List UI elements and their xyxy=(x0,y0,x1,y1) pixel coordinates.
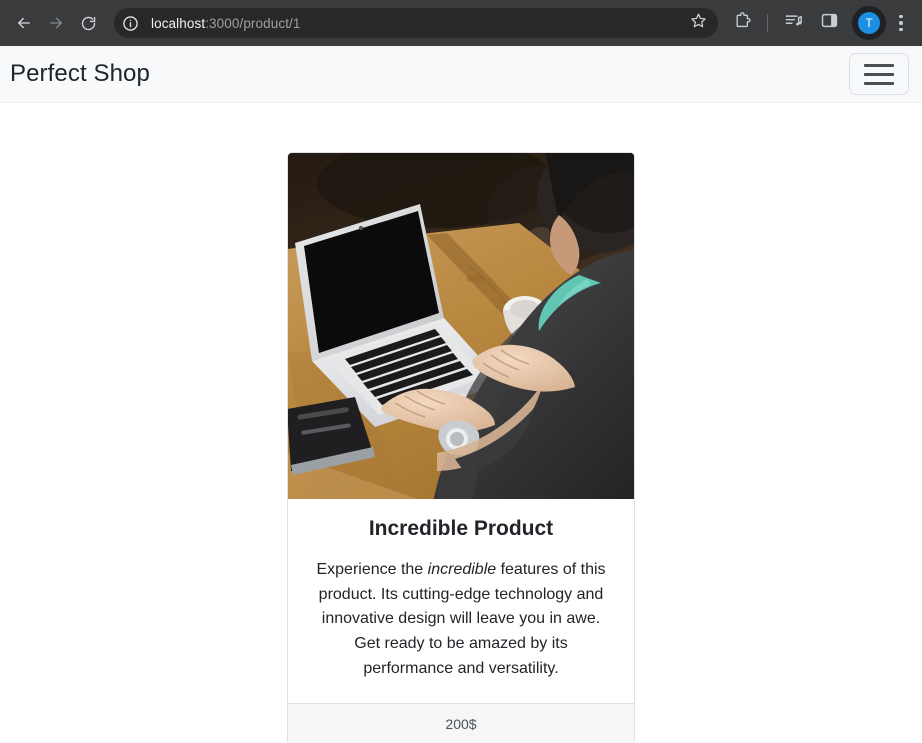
back-arrow-icon xyxy=(15,14,33,32)
star-icon xyxy=(690,12,707,34)
forward-arrow-icon xyxy=(47,14,65,32)
three-dot-menu-icon-dot2 xyxy=(899,21,903,25)
three-dot-menu-icon xyxy=(899,14,903,19)
navbar-toggler-button[interactable] xyxy=(849,53,909,95)
media-control-button[interactable] xyxy=(778,8,808,38)
hamburger-menu-icon-bar1 xyxy=(864,63,894,67)
back-button[interactable] xyxy=(8,7,40,39)
site-info-circle-icon[interactable] xyxy=(118,11,142,35)
product-photo-illustration xyxy=(288,153,634,499)
main-content: Incredible Product Experience the incred… xyxy=(0,103,922,743)
site-navbar: Perfect Shop xyxy=(0,46,922,103)
navbar-brand[interactable]: Perfect Shop xyxy=(10,60,150,88)
product-image xyxy=(288,153,634,499)
hamburger-menu-icon-bar2 xyxy=(864,72,894,76)
address-bar[interactable]: localhost:3000/product/1 xyxy=(114,8,718,38)
forward-button[interactable] xyxy=(40,7,72,39)
bookmark-button[interactable] xyxy=(684,9,712,37)
extensions-button[interactable] xyxy=(727,8,757,38)
side-panel-icon xyxy=(820,11,839,35)
avatar: T xyxy=(858,12,880,34)
hamburger-menu-icon-bar3 xyxy=(864,81,894,85)
description-lead: Experience the xyxy=(316,561,428,578)
browser-toolbar: localhost:3000/product/1 T xyxy=(0,0,922,46)
product-description: Experience the incredible features of th… xyxy=(308,558,614,681)
url-host: localhost xyxy=(151,15,206,31)
description-emphasis: incredible xyxy=(427,561,497,578)
profile-button[interactable]: T xyxy=(852,6,886,40)
extensions-puzzle-icon xyxy=(733,11,752,35)
three-dot-menu-icon-dot3 xyxy=(899,27,903,32)
side-panel-button[interactable] xyxy=(814,8,844,38)
product-price-footer: 200$ xyxy=(288,703,634,743)
url-text[interactable]: localhost:3000/product/1 xyxy=(151,16,684,31)
description-rest: features of this product. Its cutting-ed… xyxy=(318,561,606,677)
toolbar-divider xyxy=(767,14,768,32)
url-path: :3000/product/1 xyxy=(205,15,301,31)
reload-button[interactable] xyxy=(72,7,104,39)
product-card-body: Incredible Product Experience the incred… xyxy=(288,499,634,703)
product-title: Incredible Product xyxy=(368,517,554,540)
product-card: Incredible Product Experience the incred… xyxy=(287,152,635,743)
browser-menu-button[interactable] xyxy=(888,7,914,39)
media-playlist-icon xyxy=(784,11,803,35)
reload-icon xyxy=(80,15,97,32)
